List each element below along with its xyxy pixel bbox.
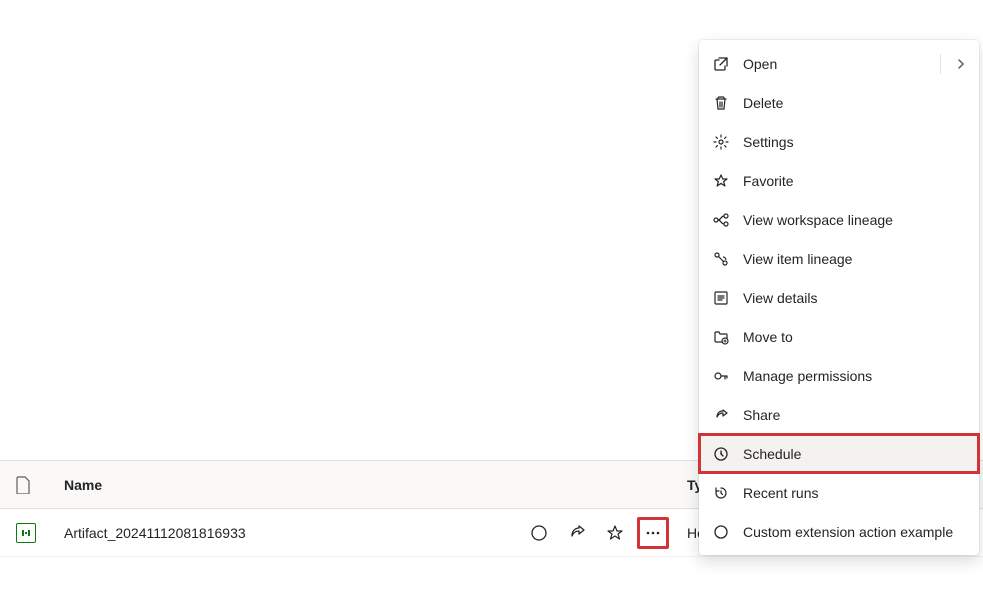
artifact-icon xyxy=(16,523,36,543)
row-actions xyxy=(523,517,669,549)
menu-item-item-lineage[interactable]: View item lineage xyxy=(699,239,979,278)
settings-icon xyxy=(711,132,731,152)
menu-label: Schedule xyxy=(743,446,967,462)
menu-label: Share xyxy=(743,407,967,423)
document-icon xyxy=(16,476,30,494)
menu-label: Recent runs xyxy=(743,485,967,501)
menu-item-custom-extension[interactable]: Custom extension action example xyxy=(699,512,979,551)
chevron-right-icon xyxy=(955,58,967,70)
menu-item-delete[interactable]: Delete xyxy=(699,83,979,122)
header-icon-col xyxy=(16,476,64,494)
schedule-icon xyxy=(711,444,731,464)
menu-item-favorite[interactable]: Favorite xyxy=(699,161,979,200)
favorite-button[interactable] xyxy=(599,517,631,549)
details-icon xyxy=(711,288,731,308)
menu-item-view-details[interactable]: View details xyxy=(699,278,979,317)
menu-item-schedule[interactable]: Schedule xyxy=(699,434,979,473)
menu-label: Open xyxy=(743,56,955,72)
menu-label: View details xyxy=(743,290,967,306)
open-icon xyxy=(711,54,731,74)
more-icon xyxy=(645,525,661,541)
radio-button[interactable] xyxy=(523,517,555,549)
row-icon-col xyxy=(16,523,64,543)
custom-icon xyxy=(711,522,731,542)
menu-item-settings[interactable]: Settings xyxy=(699,122,979,161)
row-name[interactable]: Artifact_20241112081816933 xyxy=(64,525,523,541)
favorite-icon xyxy=(711,171,731,191)
delete-icon xyxy=(711,93,731,113)
menu-label: View item lineage xyxy=(743,251,967,267)
lineage-icon xyxy=(711,210,731,230)
menu-label: Move to xyxy=(743,329,967,345)
content-area: Name Type Artifact_20241112081816933 xyxy=(0,0,983,596)
menu-item-move-to[interactable]: Move to xyxy=(699,317,979,356)
context-menu: Open Delete Settings Favorite xyxy=(699,40,979,555)
permissions-icon xyxy=(711,366,731,386)
share-button[interactable] xyxy=(561,517,593,549)
menu-item-share[interactable]: Share xyxy=(699,395,979,434)
item-lineage-icon xyxy=(711,249,731,269)
menu-label: Delete xyxy=(743,95,967,111)
more-options-button[interactable] xyxy=(637,517,669,549)
menu-label: Manage permissions xyxy=(743,368,967,384)
menu-label: View workspace lineage xyxy=(743,212,967,228)
menu-item-open[interactable]: Open xyxy=(699,44,979,83)
menu-item-permissions[interactable]: Manage permissions xyxy=(699,356,979,395)
menu-label: Custom extension action example xyxy=(743,524,967,540)
recent-icon xyxy=(711,483,731,503)
menu-item-recent-runs[interactable]: Recent runs xyxy=(699,473,979,512)
share-icon xyxy=(711,405,731,425)
header-name[interactable]: Name xyxy=(64,477,509,493)
menu-label: Favorite xyxy=(743,173,967,189)
menu-item-workspace-lineage[interactable]: View workspace lineage xyxy=(699,200,979,239)
menu-label: Settings xyxy=(743,134,967,150)
move-icon xyxy=(711,327,731,347)
